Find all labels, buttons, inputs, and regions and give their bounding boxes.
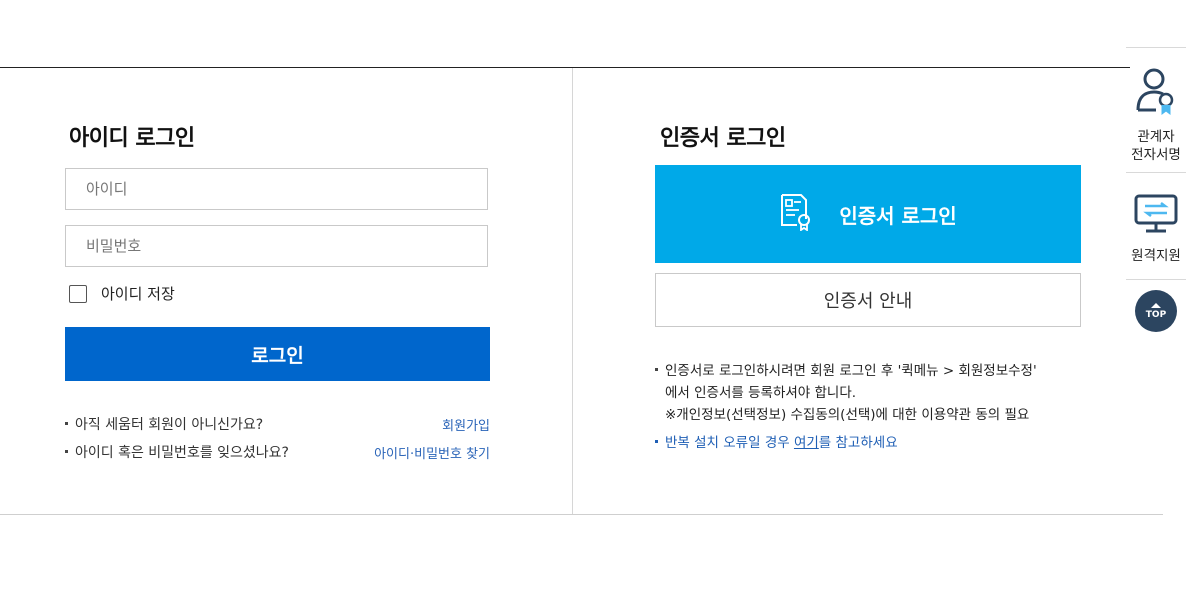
e-signature-label-line1: 관계자: [1137, 129, 1175, 145]
signup-link[interactable]: 회원가입: [442, 415, 490, 434]
scroll-top-label: TOP: [1145, 309, 1167, 320]
e-signature-label-line2: 전자서명: [1131, 147, 1181, 163]
side-separator: [1126, 279, 1186, 280]
cert-notice: 인증서로 로그인하시려면 회원 로그인 후 '퀵메뉴 > 회원정보수정' 에서 …: [655, 360, 1037, 426]
side-item-e-signature[interactable]: 관계자 전자서명: [1126, 48, 1186, 172]
cert-login-button-label: 인증서 로그인: [839, 203, 957, 228]
remote-support-label: 원격지원: [1131, 248, 1181, 264]
cert-login-button[interactable]: 인증서 로그인: [655, 165, 1081, 263]
id-input[interactable]: [65, 168, 488, 210]
panel-divider: [572, 68, 573, 514]
cert-notice-line3: ※개인정보(선택정보) 수집동의(선택)에 대한 이용약관 동의 필요: [665, 407, 1030, 423]
bullet-icon: [65, 421, 68, 425]
bullet-icon: [65, 449, 68, 453]
remember-id-label: 아이디 저장: [101, 285, 175, 303]
scroll-top-button[interactable]: TOP: [1135, 290, 1177, 332]
repeat-install-link[interactable]: 여기: [794, 435, 819, 451]
certificate-icon: [779, 193, 813, 235]
bullet-icon: [655, 367, 658, 371]
repeat-suffix: 를 참고하세요: [818, 435, 898, 451]
arrow-up-icon: [1151, 302, 1161, 308]
side-item-remote-support[interactable]: 원격지원: [1126, 173, 1186, 279]
cert-notice-line2: 에서 인증서를 등록하셔야 합니다.: [665, 385, 857, 401]
bullet-icon: [655, 439, 658, 443]
monitor-icon: [1133, 193, 1179, 239]
cert-login-title: 인증서 로그인: [660, 126, 786, 151]
remember-id-checkbox[interactable]: [69, 284, 87, 303]
find-account-help-row: 아이디 혹은 비밀번호를 잊으셨나요? 아이디·비밀번호 찾기: [65, 442, 490, 462]
remember-id-row[interactable]: 아이디 저장: [69, 283, 175, 304]
person-badge-icon: [1134, 66, 1178, 122]
find-account-link[interactable]: 아이디·비밀번호 찾기: [374, 443, 490, 462]
id-login-title: 아이디 로그인: [69, 126, 195, 151]
cert-notice-line1: 인증서로 로그인하시려면 회원 로그인 후 '퀵메뉴 > 회원정보수정': [665, 363, 1037, 379]
login-button[interactable]: 로그인: [65, 327, 490, 381]
bottom-border-line: [0, 514, 1163, 515]
top-border-line: [0, 67, 1130, 68]
repeat-prefix: 반복 설치 오류일 경우: [665, 435, 794, 451]
signup-help-row: 아직 세움터 회원이 아니신가요? 회원가입: [65, 414, 490, 434]
repeat-install-notice: 반복 설치 오류일 경우 여기를 참고하세요: [655, 432, 898, 454]
password-input[interactable]: [65, 225, 488, 267]
cert-guide-button[interactable]: 인증서 안내: [655, 273, 1081, 327]
find-account-help-text: 아이디 혹은 비밀번호를 잊으셨나요?: [75, 445, 289, 461]
side-quick-menu: 관계자 전자서명 원격지원: [1126, 47, 1189, 280]
signup-help-text: 아직 세움터 회원이 아니신가요?: [75, 417, 264, 433]
